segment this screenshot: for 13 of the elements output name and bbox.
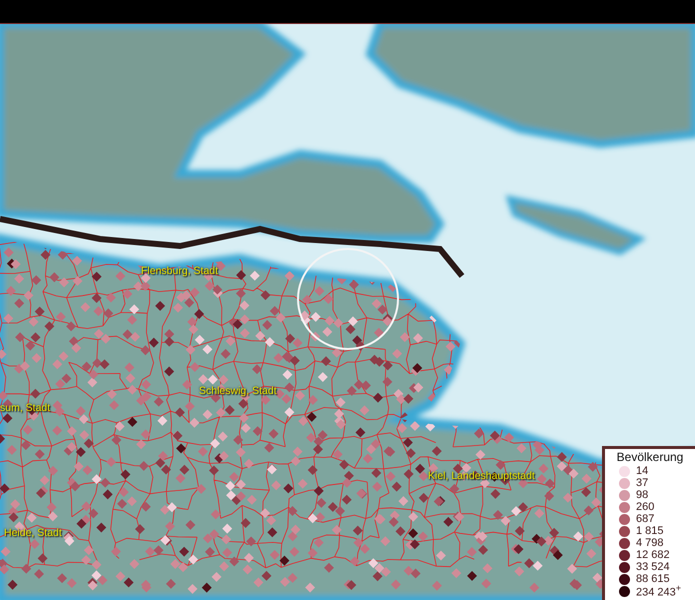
legend-label: 687 [636,513,654,525]
legend-label: 37 [636,477,648,489]
legend-label: 4 798 [636,537,664,549]
legend-label: 12 682 [636,549,670,561]
legend-label: 260 [636,501,654,513]
legend-label: 98 [636,489,648,501]
legend-label: 88 615 [636,573,670,585]
legend-label: 33 524 [636,561,670,573]
lens-ring[interactable] [297,248,399,350]
legend-label: 234 243$^{+}$ [636,583,682,599]
legend-title: Bevölkerung [616,450,684,464]
legend-label: 1 815 [636,525,664,537]
legend-label: 14 [636,465,648,477]
